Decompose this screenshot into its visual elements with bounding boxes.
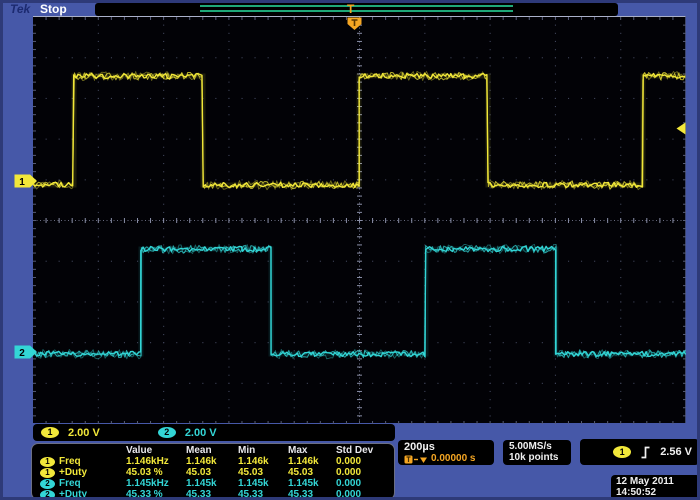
ch1-scale-readout[interactable]: 2.00 V (68, 427, 100, 439)
measurement-stddev: 0.000 (336, 478, 394, 489)
trigger-source-badge: 1 (613, 446, 631, 458)
col-header-mean: Mean (186, 445, 238, 456)
col-header-blank (36, 445, 126, 456)
measurement-mean: 45.03 (186, 467, 238, 478)
measurement-value: 1.146kHz (126, 456, 186, 467)
ch2-badge: 2 (40, 479, 55, 489)
date-text: 12 May 2011 (616, 476, 700, 487)
ch1-badge: 1 (40, 457, 55, 467)
svg-text:1: 1 (19, 177, 25, 188)
tek-logo: Tek (10, 2, 30, 16)
record-view-bar[interactable]: T (95, 3, 618, 16)
measurement-name: +Duty (59, 467, 87, 478)
measurement-max: 1.145k (288, 478, 336, 489)
trigger-marker-t[interactable]: T (347, 3, 354, 16)
trigger-readout[interactable]: 1 2.56 V (580, 439, 699, 465)
ch2-badge: 2 (40, 490, 55, 500)
measurement-min: 1.145k (238, 478, 288, 489)
measurement-max: 1.146k (288, 456, 336, 467)
measurement-name: Freq (59, 456, 81, 467)
svg-text:2: 2 (19, 348, 25, 359)
col-header-max: Max (288, 445, 336, 456)
col-header-value: Value (126, 445, 186, 456)
sample-rate: 5.00MS/s (509, 441, 571, 452)
time-text: 14:50:52 (616, 487, 700, 498)
measurement-max: 45.03 (288, 467, 336, 478)
measurement-stddev: 0.000 (336, 456, 394, 467)
horizontal-position: 0.00000 s (431, 453, 476, 465)
measurement-value: 1.145kHz (126, 478, 186, 489)
waveforms (33, 17, 686, 424)
measurement-row-label[interactable]: 1 +Duty (36, 467, 126, 478)
timebase-readout[interactable]: 200µs 0.00000 s (398, 440, 494, 465)
record-view-line (200, 5, 513, 7)
measurement-min: 1.146k (238, 456, 288, 467)
measurement-name: +Duty (59, 489, 87, 500)
datetime-readout: 12 May 2011 14:50:52 (611, 475, 700, 500)
ch1-badge: 1 (40, 468, 55, 478)
timebase-scale: 200µs (404, 441, 494, 453)
graticule (33, 16, 686, 423)
measurement-min: 45.03 (238, 467, 288, 478)
ch1-badge[interactable]: 1 (41, 427, 59, 438)
measurement-mean: 1.145k (186, 478, 238, 489)
measurement-min: 45.33 (238, 489, 288, 500)
measurements-panel: Value Mean Min Max Std Dev 1 Freq 1.146k… (31, 443, 395, 500)
measurement-value: 45.33 % (126, 489, 186, 500)
measurement-stddev: 0.000 (336, 467, 394, 478)
measurement-mean: 1.146k (186, 456, 238, 467)
oscilloscope-screen: Tek Stop T 1 2 1 2.00 V 2 2.00 V Value (0, 0, 700, 500)
acquisition-readout[interactable]: 5.00MS/s 10k points (503, 440, 571, 465)
trigger-level-marker-icon[interactable] (676, 122, 686, 135)
measurement-name: Freq (59, 478, 81, 489)
measurement-row-label[interactable]: 1 Freq (36, 456, 126, 467)
acquisition-status[interactable]: Stop (40, 2, 67, 16)
channel-scale-bar: 1 2.00 V 2 2.00 V (33, 424, 395, 441)
measurement-mean: 45.33 (186, 489, 238, 500)
ch2-scale-readout[interactable]: 2.00 V (185, 427, 217, 439)
ch2-badge[interactable]: 2 (158, 427, 176, 438)
measurement-max: 45.33 (288, 489, 336, 500)
measurement-value: 45.03 % (126, 467, 186, 478)
ch2-position-marker[interactable]: 2 (14, 345, 38, 359)
record-length: 10k points (509, 452, 571, 463)
rising-edge-icon (640, 446, 651, 459)
measurement-stddev: 0.000 (336, 489, 394, 500)
measurements-table: Value Mean Min Max Std Dev 1 Freq 1.146k… (36, 445, 394, 500)
ch1-position-marker[interactable]: 1 (14, 174, 38, 188)
trigger-level-readout: 2.56 V (660, 446, 692, 458)
t-arrow-icon (404, 455, 428, 464)
measurement-row-label[interactable]: 2 +Duty (36, 489, 126, 500)
record-view-line (200, 10, 513, 12)
col-header-stddev: Std Dev (336, 445, 394, 456)
trigger-position-marker-icon[interactable] (347, 17, 362, 31)
col-header-min: Min (238, 445, 288, 456)
measurement-row-label[interactable]: 2 Freq (36, 478, 126, 489)
